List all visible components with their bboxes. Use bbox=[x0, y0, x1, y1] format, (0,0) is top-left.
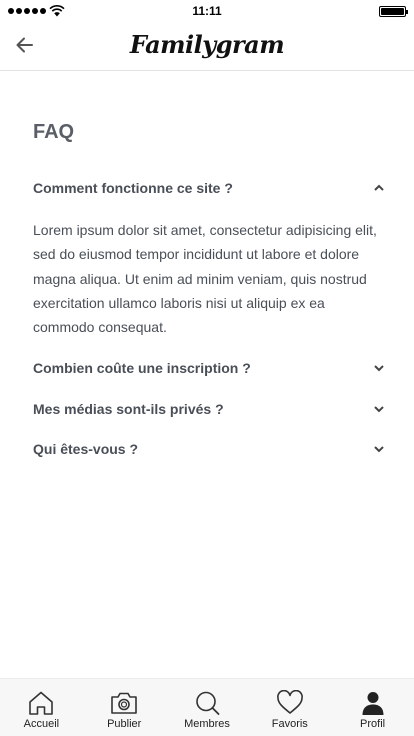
app-header: Familygram bbox=[0, 22, 414, 71]
tab-label: Membres bbox=[184, 718, 230, 730]
status-bar: 11:11 bbox=[0, 0, 414, 22]
search-icon bbox=[196, 691, 220, 715]
chevron-down-icon bbox=[374, 406, 384, 413]
bottom-tab-bar: Accueil Publier Membres Favoris Profil bbox=[0, 678, 414, 736]
faq-item-privacy[interactable]: Mes médias sont-ils privés ? bbox=[33, 401, 385, 417]
camera-icon bbox=[111, 692, 137, 714]
faq-question: Qui êtes-vous ? bbox=[33, 441, 139, 457]
tab-accueil[interactable]: Accueil bbox=[0, 679, 83, 736]
tab-label: Publier bbox=[107, 718, 142, 730]
faq-question: Mes médias sont-ils privés ? bbox=[33, 401, 224, 417]
chevron-down-icon bbox=[374, 365, 384, 372]
chevron-up-icon bbox=[374, 184, 384, 191]
tab-membres[interactable]: Membres bbox=[166, 679, 249, 736]
tab-favoris[interactable]: Favoris bbox=[248, 679, 331, 736]
faq-item-how-it-works[interactable]: Comment fonctionne ce site ? bbox=[33, 180, 385, 196]
faq-item-about[interactable]: Qui êtes-vous ? bbox=[33, 441, 385, 457]
tab-label: Profil bbox=[360, 718, 386, 730]
tab-label: Favoris bbox=[271, 718, 308, 730]
app-logo: Familygram bbox=[129, 30, 285, 59]
tab-label: Accueil bbox=[23, 718, 60, 730]
home-icon bbox=[29, 691, 54, 715]
person-icon bbox=[362, 692, 384, 715]
faq-question: Combien coûte une inscription ? bbox=[33, 360, 251, 376]
faq-answer: Lorem ipsum dolor sit amet, consectetur … bbox=[33, 222, 377, 336]
tab-publier[interactable]: Publier bbox=[83, 679, 166, 736]
battery-icon bbox=[379, 6, 408, 17]
faq-item-pricing[interactable]: Combien coûte une inscription ? bbox=[33, 360, 385, 376]
tab-profil[interactable]: Profil bbox=[331, 679, 414, 736]
faq-question: Comment fonctionne ce site ? bbox=[33, 180, 233, 196]
chevron-down-icon bbox=[374, 446, 384, 453]
status-time: 11:11 bbox=[192, 4, 222, 18]
page-title: FAQ bbox=[33, 121, 75, 143]
heart-icon bbox=[276, 690, 303, 714]
